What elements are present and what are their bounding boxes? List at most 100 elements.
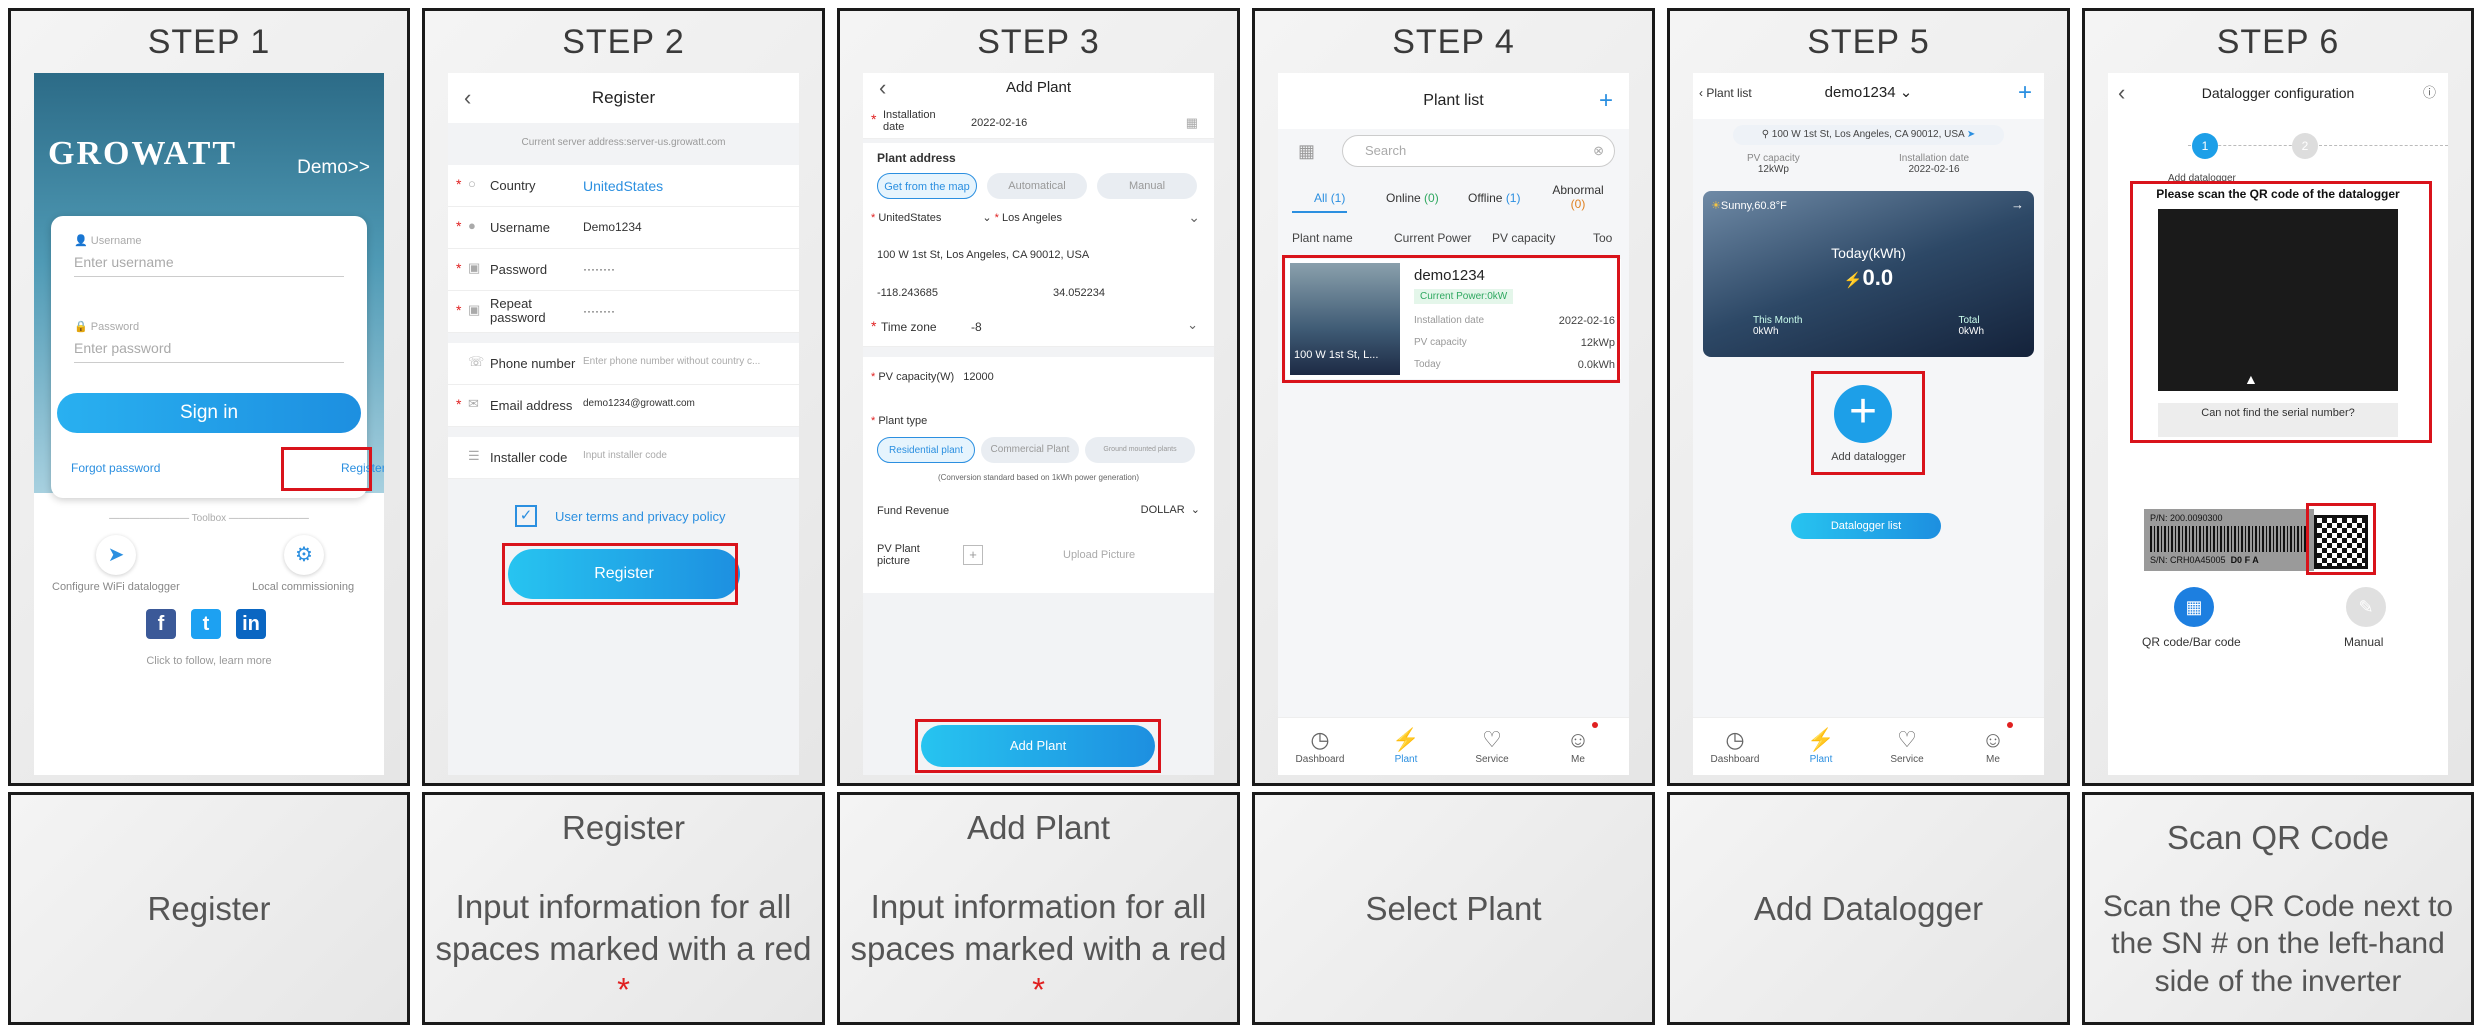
server-address: Current server address:server-us.growatt… [521,137,726,148]
column-header[interactable]: Too [1593,231,1612,245]
follow-text: Click to follow, learn more [146,655,272,667]
tab-dashboard[interactable]: ◷ Dashboard [1705,726,1765,765]
back-icon[interactable]: ‹ [879,73,886,103]
tab-plant[interactable]: ⚡ Plant [1791,726,1851,765]
tool-label: Local commissioning [252,581,355,593]
auto-option[interactable]: Automatical [987,173,1087,199]
username-row[interactable]: * ● Username Demo1234 [448,207,799,249]
map-option[interactable]: Get from the map [877,173,977,199]
upload-button[interactable]: Upload Picture [1063,549,1135,561]
tab-online[interactable]: Online (0) [1386,191,1439,205]
ground-option[interactable]: Ground mounted plants [1085,437,1195,463]
facebook-icon[interactable]: f [146,609,176,639]
arrow-right-icon[interactable]: → [2011,197,2024,212]
manual-option[interactable]: Manual [1097,173,1197,199]
fund-label: Fund Revenue [877,505,950,517]
help-icon[interactable]: ⓘ [2423,73,2436,113]
chevron-down-icon[interactable]: ⌄ [1188,209,1200,226]
back-icon[interactable]: ‹ [464,73,471,123]
tab-me[interactable]: ☺ Me [1963,726,2023,765]
wifi-config-icon[interactable]: ➤ [96,535,136,575]
residential-option[interactable]: Residential plant [877,437,975,463]
notification-dot [1592,722,1598,728]
repeat-password-row[interactable]: * ▣ Repeat password ········ [448,291,799,333]
highlight-box [281,447,372,491]
forgot-password-link[interactable]: Forgot password [71,461,160,475]
address-section: Plant address Get from the map Automatic… [863,143,1214,307]
manual-label[interactable]: Manual [2344,635,2383,649]
column-header[interactable]: Current Power [1394,231,1471,245]
page-title: Plant list [1423,92,1484,109]
column-header[interactable]: PV capacity [1492,231,1555,245]
tab-me[interactable]: ☺ Me [1548,726,1608,765]
plant-selector[interactable]: demo1234 ⌄ [1825,84,1913,101]
pv-capacity-field[interactable]: * PV capacity(W) 12000 [871,371,994,383]
add-icon[interactable]: + [1599,73,1613,129]
step2-panel: STEP 2 ‹ Register Current server address:… [422,8,825,786]
address-pill: ⚲ 100 W 1st St, Los Angeles, CA 90012, U… [1733,125,2004,145]
tab-all[interactable]: All (1) [1314,191,1345,205]
terms-link[interactable]: User terms and privacy policy [555,509,726,524]
twitter-icon[interactable]: t [191,609,221,639]
username-label: 👤 Username [74,235,142,247]
step-title: STEP 1 [147,23,271,61]
terms-checkbox[interactable]: ✓ [515,505,537,527]
country-select[interactable]: * UnitedStates ⌄ * Los Angeles [871,211,1062,224]
tab-dashboard[interactable]: ◷ Dashboard [1290,726,1350,765]
energy-card[interactable]: ☀Sunny,60.8°F → Today(kWh) ⚡0.0 This Mon… [1703,191,2034,357]
datalogger-list-button[interactable]: Datalogger list [1791,513,1941,539]
demo-link[interactable]: Demo>> [297,157,370,179]
grid-icon[interactable]: ▦ [1298,141,1315,162]
install-date-row[interactable]: * Installation date 2022-02-16 ▦ [863,109,1214,139]
pencil-icon[interactable]: ✎ [2346,587,2386,627]
username-input[interactable]: Enter username [74,254,344,277]
install-date-stat: Installation date 2022-02-16 [1899,153,1970,175]
lock-icon: ▣ [468,260,481,275]
today-value: ⚡0.0 [1843,265,1894,290]
caption-text: Select Plant [1365,889,1542,927]
add-icon[interactable]: + [2018,73,2032,113]
country-row[interactable]: * ○ Country UnitedStates [448,165,799,207]
qr-scan-icon[interactable]: ▦ [2174,587,2214,627]
qr-code-label[interactable]: QR code/Bar code [2142,635,2241,649]
search-input[interactable]: Search ⊗ [1342,135,1615,167]
chevron-down-icon[interactable]: ⌄ [1187,317,1198,333]
step3-caption: Add Plant Input information for all space… [837,792,1240,1025]
currency-select[interactable]: DOLLAR ⌄ [1141,503,1200,516]
clear-icon[interactable]: ⊗ [1593,136,1604,166]
commercial-option[interactable]: Commercial Plant [981,437,1079,463]
total-stat: Total 0kWh [1958,315,1984,337]
globe-icon: ○ [468,176,476,191]
highlight-box [502,543,738,605]
commissioning-icon[interactable]: ⚙ [284,535,324,575]
step-title: STEP 4 [1392,23,1515,61]
progress-line [2188,145,2448,146]
plant-detail-screen: ‹ Plant list demo1234 ⌄ + ⚲ 100 W 1st St… [1693,73,2044,775]
longitude-field[interactable]: -118.243685 [877,287,938,299]
dashboard-icon: ◷ [1725,727,1745,752]
phone-row[interactable]: ☏ Phone number Enter phone number without … [448,343,799,385]
password-input[interactable]: Enter password [74,340,344,363]
caption-text: Input information for all spaces marked … [850,888,1227,1008]
email-row[interactable]: * ✉ Email address demo1234@growatt.com [448,385,799,427]
timezone-row[interactable]: * Time zone -8 ⌄ [863,307,1214,347]
toolbox-label: ———————— Toolbox ———————— [109,513,309,524]
plant-icon: ⚡ [1807,727,1835,752]
street-field[interactable]: 100 W 1st St, Los Angeles, CA 90012, USA [877,249,1089,261]
tab-offline[interactable]: Offline (1) [1468,191,1520,205]
installer-row[interactable]: ☰ Installer code Input installer code [448,437,799,479]
calendar-icon[interactable]: ▦ [1186,115,1198,131]
tab-service[interactable]: ♡ Service [1877,726,1937,765]
password-row[interactable]: * ▣ Password ········ [448,249,799,291]
sign-in-button[interactable]: Sign in [57,393,361,433]
tab-plant[interactable]: ⚡ Plant [1376,726,1436,765]
barcode [2150,526,2308,552]
linkedin-icon[interactable]: in [236,609,266,639]
back-link[interactable]: ‹ Plant list [1699,73,1752,113]
tab-service[interactable]: ♡ Service [1462,726,1522,765]
latitude-field[interactable]: 34.052234 [1053,287,1105,299]
caption-heading: Register [562,809,685,846]
back-icon[interactable]: ‹ [2118,73,2125,113]
tab-abnormal[interactable]: Abnormal (0) [1548,183,1608,211]
plus-icon[interactable]: + [963,545,983,565]
